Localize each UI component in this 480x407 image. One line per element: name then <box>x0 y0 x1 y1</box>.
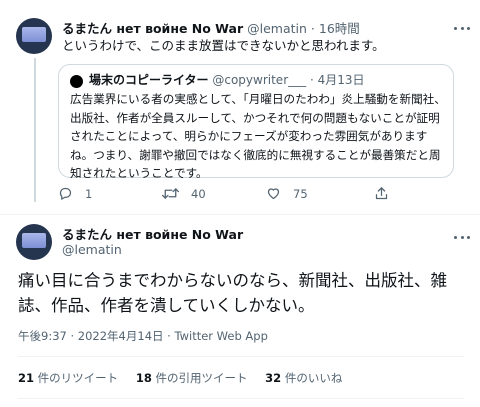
quote-display-name: 場末のコピーライター <box>89 73 209 87</box>
divider <box>0 214 480 215</box>
tweet-2-text: 痛い目に合うまでわからないのなら、新聞社、出版社、雑誌、作品、作者を潰していくし… <box>18 271 447 315</box>
heart-icon <box>267 188 280 200</box>
share-button[interactable] <box>374 186 401 201</box>
tweet-1-text: というわけで、このまま放置はできないかと思われます。 <box>62 38 385 53</box>
avatar[interactable] <box>16 18 52 54</box>
separator: · <box>310 21 315 36</box>
tweet-timestamp[interactable]: 午後9:37 · 2022年4月14日 · Twitter Web App <box>18 328 268 344</box>
more-dots-icon[interactable] <box>454 234 470 240</box>
quote-tweet-card[interactable]: 場末のコピーライター @copywriter___ · 4月13日 広告業界にい… <box>58 64 454 180</box>
quotes-stat[interactable]: 18 件の引用ツイート <box>136 370 248 386</box>
handle[interactable]: @lematin <box>62 242 122 257</box>
tweet-2-handle: @lematin <box>62 242 122 257</box>
like-button[interactable]: 75 <box>266 186 308 201</box>
more-dots-icon[interactable] <box>454 25 470 31</box>
likes-stat[interactable]: 32 件のいいね <box>265 370 342 386</box>
quote-header: 場末のコピーライター @copywriter___ · 4月13日 <box>89 71 365 88</box>
quote-text: 広告業界にいる者の実感として、「月曜日のたわわ」炎上騒動を新聞社、出版社、作者が… <box>70 92 446 180</box>
like-count: 75 <box>293 186 308 201</box>
retweet-button[interactable]: 40 <box>162 186 206 201</box>
share-icon <box>375 187 388 200</box>
display-name[interactable]: るまたん нет войне No War <box>62 21 243 36</box>
retweet-count: 40 <box>191 186 206 201</box>
tweet-1-actions: 1 40 75 <box>58 186 438 206</box>
handle[interactable]: @lematin <box>247 21 307 36</box>
tweet-stats: 21 件のリツイート 18 件の引用ツイート 32 件のいいね <box>18 370 356 386</box>
avatar-image <box>22 233 46 248</box>
retweet-icon <box>162 188 179 199</box>
quote-date: 4月13日 <box>317 73 365 87</box>
tweet-1-header: るまたん нет войне No War @lematin · 16時間 <box>62 18 360 37</box>
divider <box>18 356 464 357</box>
reply-button[interactable]: 1 <box>58 186 92 201</box>
display-name[interactable]: るまたん нет войне No War <box>62 227 243 242</box>
quote-avatar <box>70 75 83 88</box>
avatar[interactable] <box>16 224 52 260</box>
avatar-image <box>22 27 46 42</box>
retweets-stat[interactable]: 21 件のリツイート <box>18 370 118 386</box>
quote-handle: @copywriter___ <box>212 73 307 87</box>
tweet-time[interactable]: 16時間 <box>319 21 360 36</box>
reply-icon <box>59 187 72 200</box>
divider <box>18 398 464 399</box>
thread-connector-line <box>34 58 36 202</box>
tweet-2-display-name: るまたん нет войне No War <box>62 224 243 243</box>
reply-count: 1 <box>85 186 93 201</box>
quote-separator: · <box>309 73 314 87</box>
